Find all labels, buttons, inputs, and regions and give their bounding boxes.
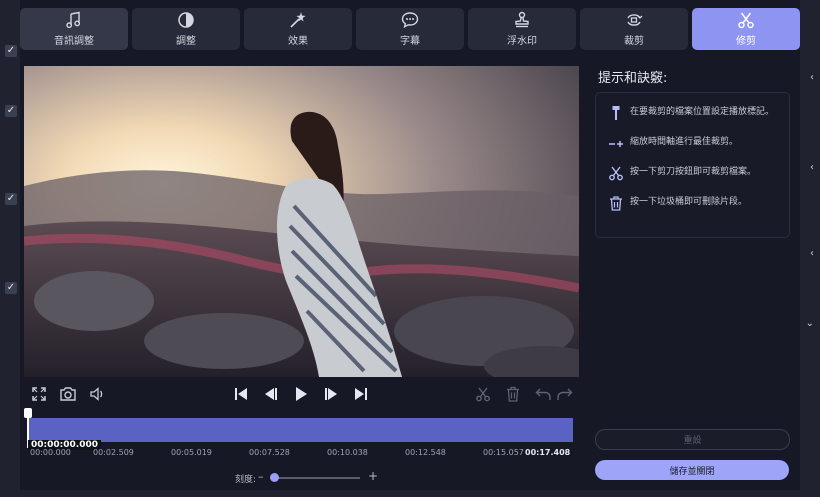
tip-item: 按一下剪刀按鈕即可裁剪檔案。 [608,165,756,181]
speaker-icon [90,387,103,401]
snapshot-button[interactable] [58,384,78,404]
background-checkbox[interactable]: ✓ [5,105,17,117]
timeline-tick: 00:00.000 [30,448,71,457]
zoom-slider[interactable] [270,477,360,479]
redo-icon [557,388,573,400]
reset-button[interactable]: 重設 [595,429,790,450]
playhead-handle[interactable] [24,408,32,418]
tab-effects[interactable]: 效果 [244,8,352,50]
skip-to-end-button[interactable] [352,384,370,404]
tab-label: 修剪 [736,36,756,47]
zoom-slider-handle[interactable] [270,473,279,482]
tip-item: 在要裁剪的檔案位置設定播放標記。 [608,105,774,121]
magic-wand-icon [290,12,306,28]
tip-text: 在要裁剪的檔案位置設定播放標記。 [630,107,775,117]
timeline-tick: 00:05.019 [171,448,212,457]
frame-back-icon [265,388,277,400]
previous-frame-button[interactable] [262,384,280,404]
scissors-icon [476,387,490,402]
play-button[interactable] [292,384,310,404]
skip-to-start-button[interactable] [232,384,250,404]
speech-bubble-icon [401,12,419,29]
tab-label: 裁剪 [624,36,644,47]
tip-text: 按一下垃圾桶即可刪除片段。 [630,197,748,207]
background-checkbox[interactable]: ✓ [5,45,17,57]
background-checkbox[interactable]: ✓ [5,282,17,294]
contrast-icon [178,12,194,28]
chevron-left-icon[interactable]: ‹ [810,72,814,83]
undo-icon [535,388,551,400]
timeline-ruler: 00:00.000 00:02.509 00:05.019 00:07.528 … [28,447,573,459]
tab-label: 音訊調整 [54,36,94,47]
zoom-out-button[interactable]: – [258,470,264,483]
music-note-icon [66,11,81,29]
crop-rotate-icon [627,14,643,26]
tab-label: 效果 [288,36,308,47]
zoom-label: 刻度: [235,475,257,485]
timeline-tick: 00:10.038 [327,448,368,457]
skip-forward-icon [355,388,367,400]
redo-button[interactable] [555,384,575,404]
scissors-icon [738,12,754,29]
background-app-right: ‹ ‹ ‹ ⌄ [798,0,820,497]
tip-item: 縮放時間軸進行最佳裁剪。 [608,135,738,151]
save-and-close-button[interactable]: 儲存並關閉 [595,460,789,480]
undo-button[interactable] [533,384,553,404]
camera-icon [60,387,76,401]
frame-forward-icon [325,388,337,400]
skip-back-icon [235,388,247,400]
trash-icon [610,196,622,211]
tips-panel: 在要裁剪的檔案位置設定播放標記。 縮放時間軸進行最佳裁剪。 按一下剪刀按鈕即可裁… [595,92,790,238]
tab-trim[interactable]: 修剪 [692,8,800,50]
chevron-left-icon[interactable]: ‹ [810,248,814,259]
tab-bar: 音訊調整 調整 效果 字幕 浮水印 裁剪 修剪 [20,8,800,52]
play-icon [296,387,307,401]
timeline-tick: 00:12.548 [405,448,446,457]
delete-segment-button[interactable] [503,384,523,404]
tab-subtitles[interactable]: 字幕 [356,8,464,50]
zoom-timeline-icon [609,141,623,147]
marker-icon [612,106,620,120]
cut-button[interactable] [473,384,493,404]
background-app-left: ✓ ✓ ✓ ✓ [0,0,22,497]
tips-title: 提示和訣竅: [598,71,668,86]
background-checkbox[interactable]: ✓ [5,193,17,205]
video-preview [24,66,579,377]
timeline-tick: 00:15.057 [483,448,524,457]
tab-label: 字幕 [400,36,420,47]
chevron-left-icon[interactable]: ‹ [810,162,814,173]
tab-label: 調整 [176,36,196,47]
zoom-in-button[interactable]: + [368,469,378,483]
next-frame-button[interactable] [322,384,340,404]
timeline-tick: 00:02.509 [93,448,134,457]
tab-crop[interactable]: 裁剪 [580,8,688,50]
tip-text: 按一下剪刀按鈕即可裁剪檔案。 [630,167,757,177]
timeline-tick: 00:17.408 [525,448,571,457]
tip-item: 按一下垃圾桶即可刪除片段。 [608,195,747,211]
timeline-track[interactable] [28,418,573,442]
trim-dialog: 音訊調整 調整 效果 字幕 浮水印 裁剪 修剪 00:00:00.000 00:… [20,0,800,490]
stamp-icon [515,11,529,28]
tab-watermark[interactable]: 浮水印 [468,8,576,50]
volume-button[interactable] [88,384,106,404]
tab-label: 浮水印 [507,36,537,47]
scissors-icon [609,166,623,181]
tab-adjust[interactable]: 調整 [132,8,240,50]
timeline-tick: 00:07.528 [249,448,290,457]
chevron-down-icon[interactable]: ⌄ [806,318,814,329]
fullscreen-button[interactable] [30,384,48,404]
fullscreen-icon [32,387,46,401]
tip-text: 縮放時間軸進行最佳裁剪。 [630,137,739,147]
tab-audio-adjust[interactable]: 音訊調整 [20,8,128,50]
trash-icon [507,386,519,402]
